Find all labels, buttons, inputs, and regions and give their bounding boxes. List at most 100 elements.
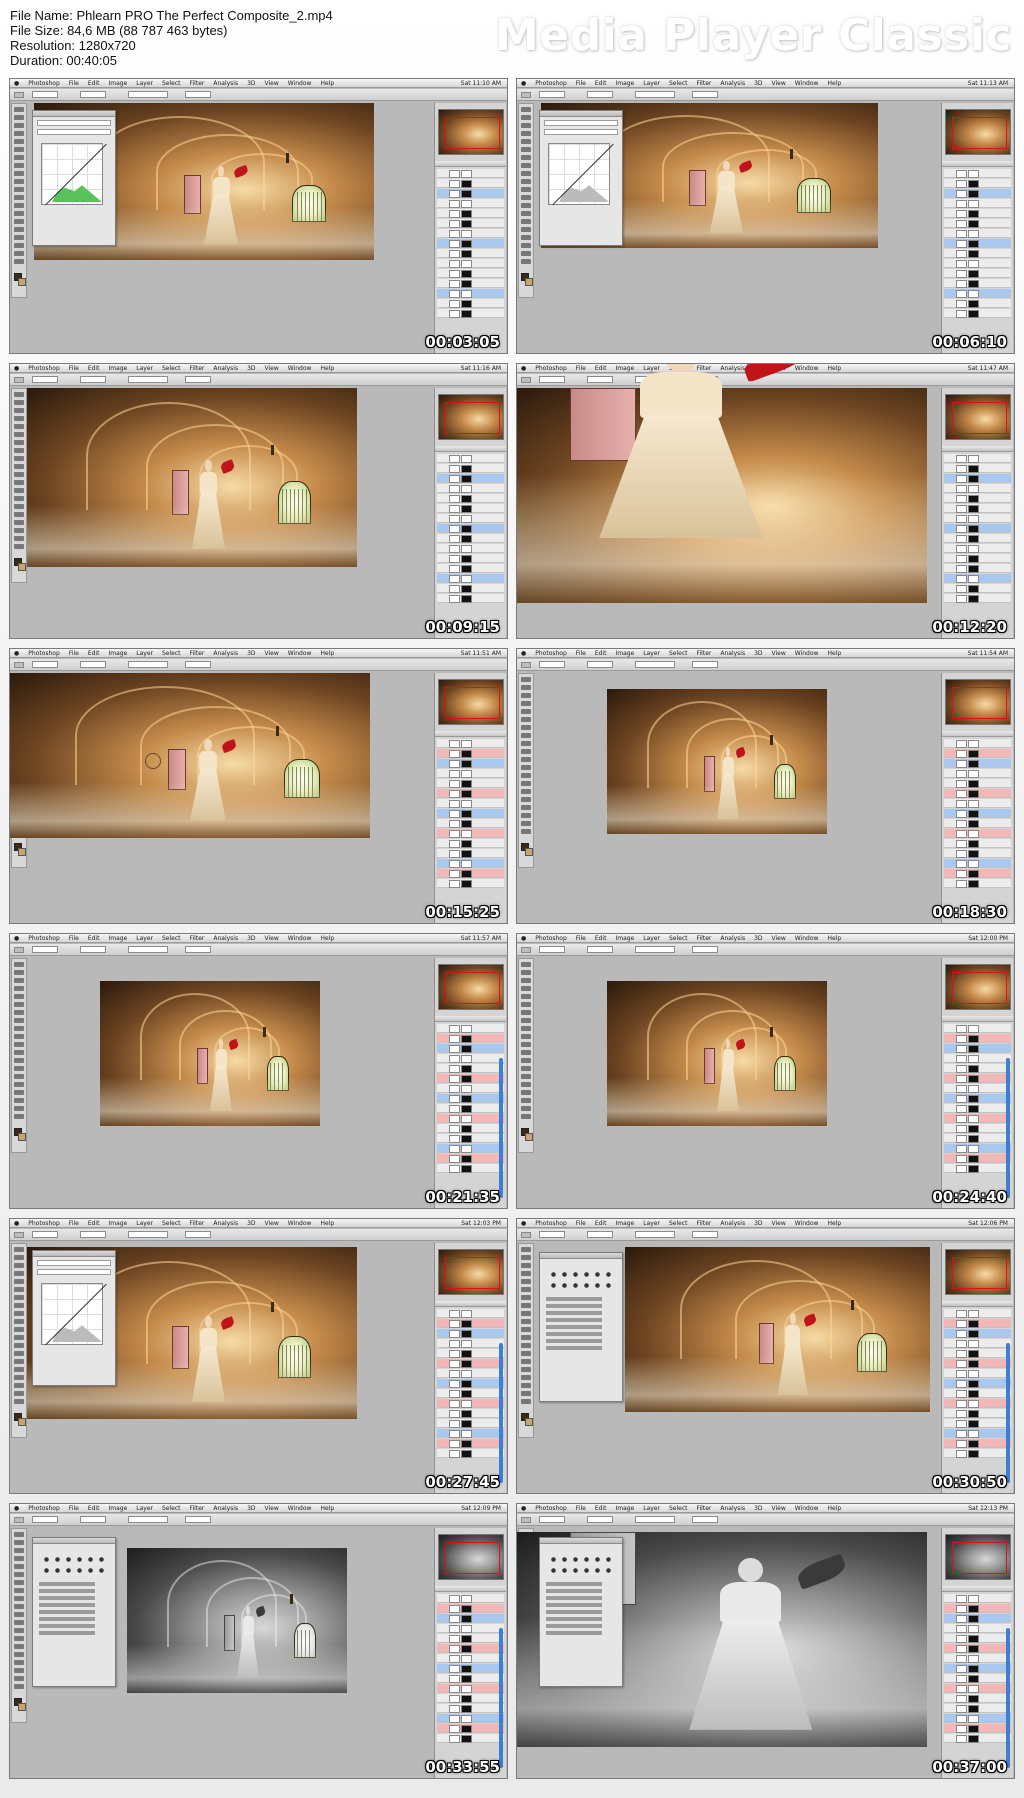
layer-row[interactable] [437,504,504,513]
layers-list[interactable] [435,1594,506,1778]
panel-title-bar[interactable] [540,1253,622,1259]
layer-row[interactable] [437,759,504,768]
layer-row[interactable] [944,1144,1011,1153]
navigator-frame-icon[interactable] [445,1257,500,1289]
layer-row[interactable] [437,1034,504,1043]
layer-row[interactable] [437,1024,504,1033]
layers-panel-tabs[interactable] [435,1586,506,1592]
layers-panel-tabs[interactable] [942,1016,1013,1022]
layer-row[interactable] [437,859,504,868]
option-field[interactable] [128,1231,168,1238]
layer-row[interactable] [437,1389,504,1398]
layers-list[interactable] [435,1309,506,1493]
navigator-frame-icon[interactable] [952,1542,1007,1574]
layer-row[interactable] [437,819,504,828]
background-color-swatch[interactable] [18,1133,26,1141]
navigator-frame-icon[interactable] [445,117,500,149]
video-thumbnail[interactable]: ●PhotoshopFileEditImageLayerSelectFilter… [516,78,1015,354]
option-field[interactable] [635,1516,675,1523]
layer-row[interactable] [437,1399,504,1408]
layer-row[interactable] [437,1349,504,1358]
option-field[interactable] [185,91,211,98]
layer-row[interactable] [437,789,504,798]
layer-row[interactable] [437,849,504,858]
layer-row[interactable] [944,879,1011,888]
layer-row[interactable] [437,1439,504,1448]
layer-row[interactable] [944,1594,1011,1603]
layer-row[interactable] [944,309,1011,318]
video-thumbnail[interactable]: ●PhotoshopFileEditImageLayerSelectFilter… [516,363,1015,639]
video-thumbnail[interactable]: ●PhotoshopFileEditImageLayerSelectFilter… [9,363,508,639]
option-field[interactable] [80,946,106,953]
layer-row[interactable] [944,1694,1011,1703]
layer-row[interactable] [437,574,504,583]
layer-row[interactable] [944,1399,1011,1408]
layer-row[interactable] [437,229,504,238]
apple-icon[interactable]: ● [14,935,19,942]
option-field[interactable] [80,1516,106,1523]
toolbox[interactable] [518,958,534,1153]
option-field[interactable] [80,376,106,383]
panel-title-bar[interactable] [33,1251,115,1257]
layer-row[interactable] [437,279,504,288]
layer-row[interactable] [437,269,504,278]
layer-row[interactable] [437,1664,504,1673]
panel-title-bar[interactable] [33,111,115,117]
layer-row[interactable] [437,564,504,573]
tool-preset-picker[interactable] [521,947,531,953]
layer-row[interactable] [437,1449,504,1458]
layer-row[interactable] [944,1644,1011,1653]
video-thumbnail[interactable]: ●PhotoshopFileEditImageLayerSelectFilter… [9,78,508,354]
panel-title-bar[interactable] [540,111,622,117]
layer-row[interactable] [944,524,1011,533]
background-color-swatch[interactable] [18,1703,26,1711]
layers-scrollbar[interactable] [1006,1058,1010,1198]
layer-row[interactable] [944,1134,1011,1143]
layer-row[interactable] [944,1309,1011,1318]
layer-row[interactable] [437,1064,504,1073]
tool-preset-picker[interactable] [14,92,24,98]
layer-row[interactable] [944,1419,1011,1428]
layer-row[interactable] [944,1624,1011,1633]
layers-list[interactable] [435,1024,506,1208]
layer-row[interactable] [437,809,504,818]
layer-row[interactable] [437,869,504,878]
layer-row[interactable] [944,219,1011,228]
layer-row[interactable] [944,504,1011,513]
layer-row[interactable] [944,239,1011,248]
layer-row[interactable] [944,474,1011,483]
layer-row[interactable] [944,829,1011,838]
tool-preset-picker[interactable] [14,377,24,383]
layer-row[interactable] [437,1084,504,1093]
navigator-preview[interactable] [945,1249,1011,1295]
layers-list[interactable] [942,169,1013,353]
adjustment-icons[interactable] [548,1269,614,1293]
layer-row[interactable] [944,1614,1011,1623]
layer-row[interactable] [944,179,1011,188]
apple-icon[interactable]: ● [14,1220,19,1227]
background-color-swatch[interactable] [18,1418,26,1426]
option-field[interactable] [80,1231,106,1238]
layer-row[interactable] [944,1704,1011,1713]
navigator-preview[interactable] [438,1249,504,1295]
navigator-frame-icon[interactable] [445,402,500,434]
apple-icon[interactable]: ● [521,650,526,657]
layer-row[interactable] [437,1634,504,1643]
layer-row[interactable] [437,474,504,483]
tool-preset-picker[interactable] [14,1517,24,1523]
option-field[interactable] [587,1516,613,1523]
layer-row[interactable] [944,1724,1011,1733]
layer-row[interactable] [944,849,1011,858]
layer-row[interactable] [437,199,504,208]
layer-row[interactable] [944,564,1011,573]
navigator-frame-icon[interactable] [445,972,500,1004]
layers-list[interactable] [435,169,506,353]
option-field[interactable] [32,1516,58,1523]
layer-row[interactable] [437,169,504,178]
layers-scrollbar[interactable] [1006,1343,1010,1483]
navigator-frame-icon[interactable] [952,402,1007,434]
adjustment-presets-list[interactable] [39,1582,109,1638]
apple-icon[interactable]: ● [521,80,526,87]
option-field[interactable] [80,661,106,668]
toolbox[interactable] [11,958,27,1153]
